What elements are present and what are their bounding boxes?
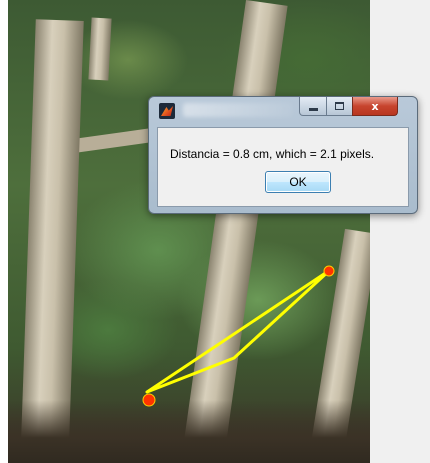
ok-button[interactable]: OK <box>265 171 331 193</box>
minimize-icon <box>308 107 318 111</box>
dialog-titlebar[interactable]: x <box>149 97 417 123</box>
matlab-icon <box>159 103 175 119</box>
endpoint-marker-start <box>142 393 156 407</box>
dialog-body: Distancia = 0.8 cm, which = 2.1 pixels. … <box>157 127 409 207</box>
message-dialog: x Distancia = 0.8 cm, which = 2.1 pixels… <box>148 96 418 214</box>
maximize-button[interactable] <box>326 97 353 116</box>
endpoint-marker-end <box>323 265 335 277</box>
measurement-overlay <box>142 265 335 407</box>
dialog-message: Distancia = 0.8 cm, which = 2.1 pixels. <box>170 147 375 161</box>
dialog-title <box>183 103 293 117</box>
minimize-button[interactable] <box>299 97 327 116</box>
close-button[interactable]: x <box>352 97 398 116</box>
figure-background <box>370 0 430 463</box>
maximize-icon <box>335 102 344 110</box>
measurement-line <box>145 268 332 394</box>
close-icon: x <box>371 99 379 113</box>
